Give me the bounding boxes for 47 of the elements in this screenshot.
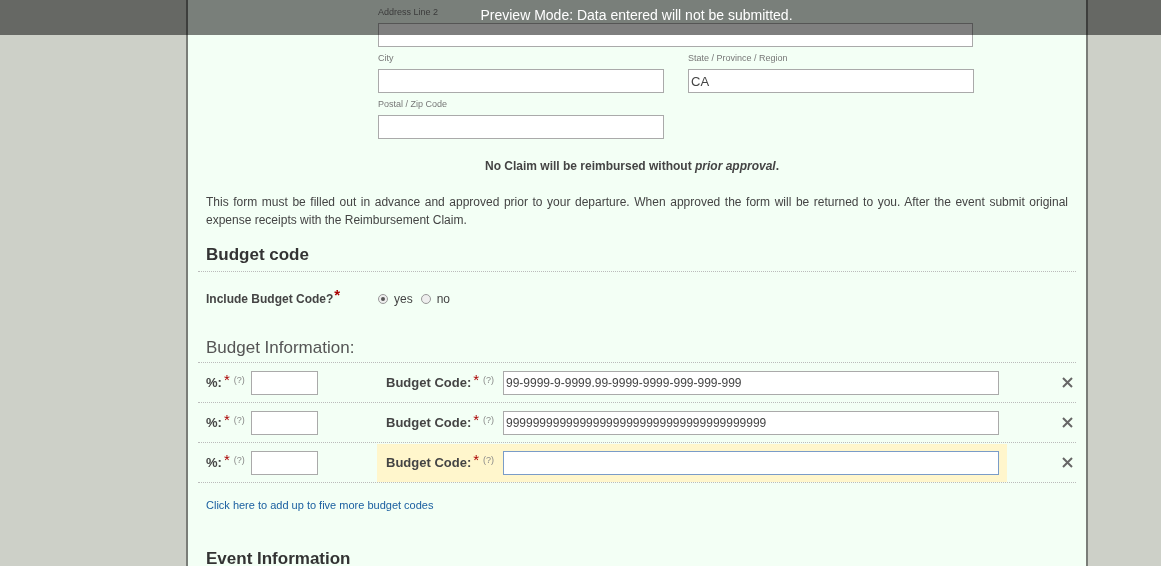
field-label: State / Province / Region xyxy=(688,52,788,64)
question-label: Include Budget Code? xyxy=(206,291,334,308)
field-label: %: xyxy=(206,414,222,431)
field-label: Budget Code: xyxy=(386,414,472,431)
budget-code-field[interactable]: 999999999999999999999999999999999999999 xyxy=(503,410,999,435)
required-mark: * xyxy=(473,454,480,465)
percent-field[interactable] xyxy=(251,450,318,475)
required-mark: * xyxy=(223,414,230,425)
help-link[interactable]: (?) xyxy=(233,414,245,425)
field-label: Budget Code: xyxy=(386,374,472,391)
section-heading: Budget Information: xyxy=(206,337,356,359)
text-field[interactable] xyxy=(378,69,664,93)
field-label: %: xyxy=(206,374,222,391)
help-link[interactable]: (?) xyxy=(483,414,495,425)
help-link[interactable]: (?) xyxy=(233,374,245,385)
field-label: Budget Code: xyxy=(386,454,472,471)
field-label: City xyxy=(378,52,394,64)
add-budget-codes-link[interactable]: Click here to add up to five more budget codes xyxy=(206,497,434,514)
percent-field[interactable] xyxy=(251,410,318,435)
text-field[interactable]: CA xyxy=(688,69,974,93)
remove-icon[interactable] xyxy=(1062,417,1073,428)
budget-code-field[interactable] xyxy=(503,450,999,475)
percent-field[interactable] xyxy=(251,370,318,395)
radio-label: yes xyxy=(394,291,413,308)
text-field[interactable] xyxy=(378,115,664,139)
field-label: %: xyxy=(206,454,222,471)
required-mark: * xyxy=(334,290,341,305)
field-label: Postal / Zip Code xyxy=(378,98,448,110)
required-mark: * xyxy=(223,374,230,385)
required-mark: * xyxy=(473,374,480,385)
help-link[interactable]: (?) xyxy=(233,454,245,465)
help-link[interactable]: (?) xyxy=(483,374,495,385)
text-field[interactable] xyxy=(378,23,973,47)
remove-icon[interactable] xyxy=(1062,457,1073,468)
instructions-text: This form must be filled out in advance and approved prior to your departure. When approved the form will be returned to you. After the event submit original expense receipts with the Reimbursement Claim. xyxy=(206,194,1069,229)
field-label: Address Line 2 xyxy=(378,6,439,18)
required-mark: * xyxy=(473,414,480,425)
section-heading: Event Information xyxy=(206,547,352,566)
radio-button[interactable] xyxy=(378,294,388,304)
remove-icon[interactable] xyxy=(1062,377,1073,388)
required-mark: * xyxy=(223,454,230,465)
section-heading: Budget code xyxy=(206,244,310,266)
notice-text: No Claim will be reimbursed without prior approval. xyxy=(483,158,781,175)
radio-label: no xyxy=(436,291,451,308)
budget-code-field[interactable]: 99-9999-9-9999.99-9999-9999-999-999-999 xyxy=(503,370,999,395)
radio-button[interactable] xyxy=(420,294,431,304)
help-link[interactable]: (?) xyxy=(483,454,495,465)
